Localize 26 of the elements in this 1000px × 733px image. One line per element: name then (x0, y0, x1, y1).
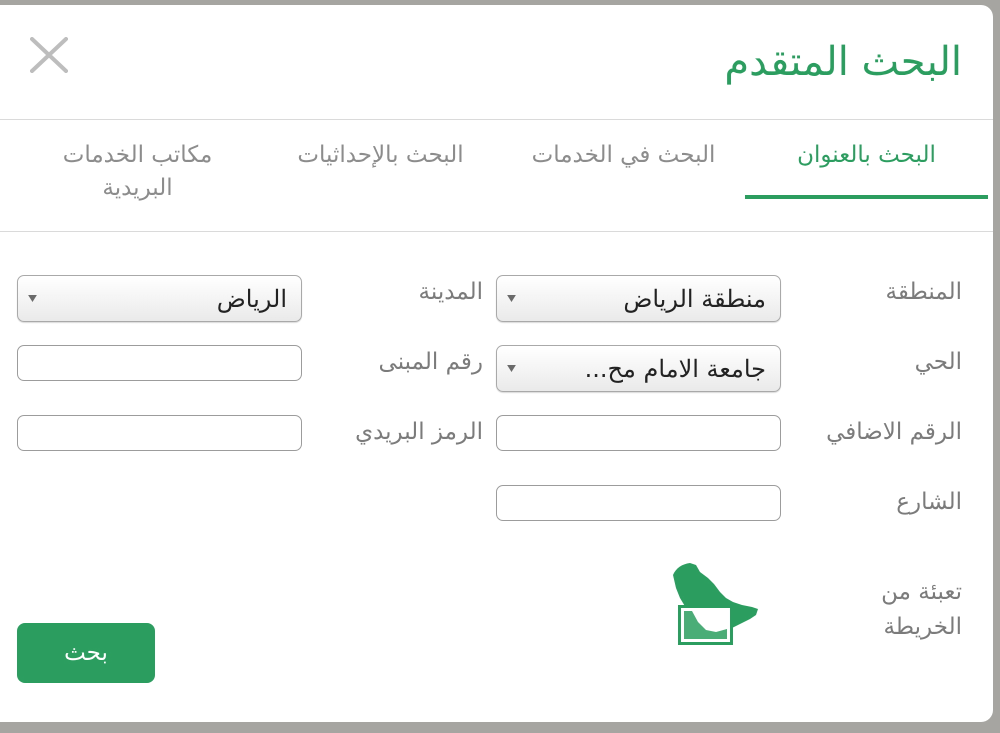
search-button[interactable]: بحث (17, 623, 155, 683)
tab[interactable]: البحث بالإحداثيات (259, 120, 502, 199)
input-field[interactable] (17, 415, 302, 451)
select-field[interactable]: جامعة الامام مح... (496, 345, 781, 392)
field-label: الرمز البريدي (355, 419, 483, 445)
field-label: رقم المبنى (378, 349, 483, 375)
input-field[interactable] (496, 485, 781, 521)
tab[interactable]: البحث في الخدمات (502, 120, 745, 199)
dialog-title: البحث المتقدم (724, 38, 962, 87)
field-label: المدينة (418, 279, 483, 305)
tab[interactable]: مكاتب الخدمات البريدية (16, 120, 259, 232)
field-label: الشارع (896, 489, 962, 515)
map-icon[interactable] (670, 562, 760, 645)
input-field[interactable] (17, 345, 302, 381)
select-field[interactable]: الرياض (17, 275, 302, 322)
caret-down-icon (507, 295, 516, 302)
close-icon[interactable] (30, 37, 68, 73)
caret-down-icon (28, 295, 37, 302)
field-label: المنطقة (886, 279, 962, 305)
caret-down-icon (507, 365, 516, 372)
input-field[interactable] (496, 415, 781, 451)
field-label: الرقم الاضافي (826, 419, 962, 445)
field-label: الحي (914, 349, 962, 375)
select-field[interactable]: منطقة الرياض (496, 275, 781, 322)
map-fill-label: تعبئة من الخريطة (880, 578, 962, 642)
tab[interactable]: البحث بالعنوان (745, 120, 988, 199)
